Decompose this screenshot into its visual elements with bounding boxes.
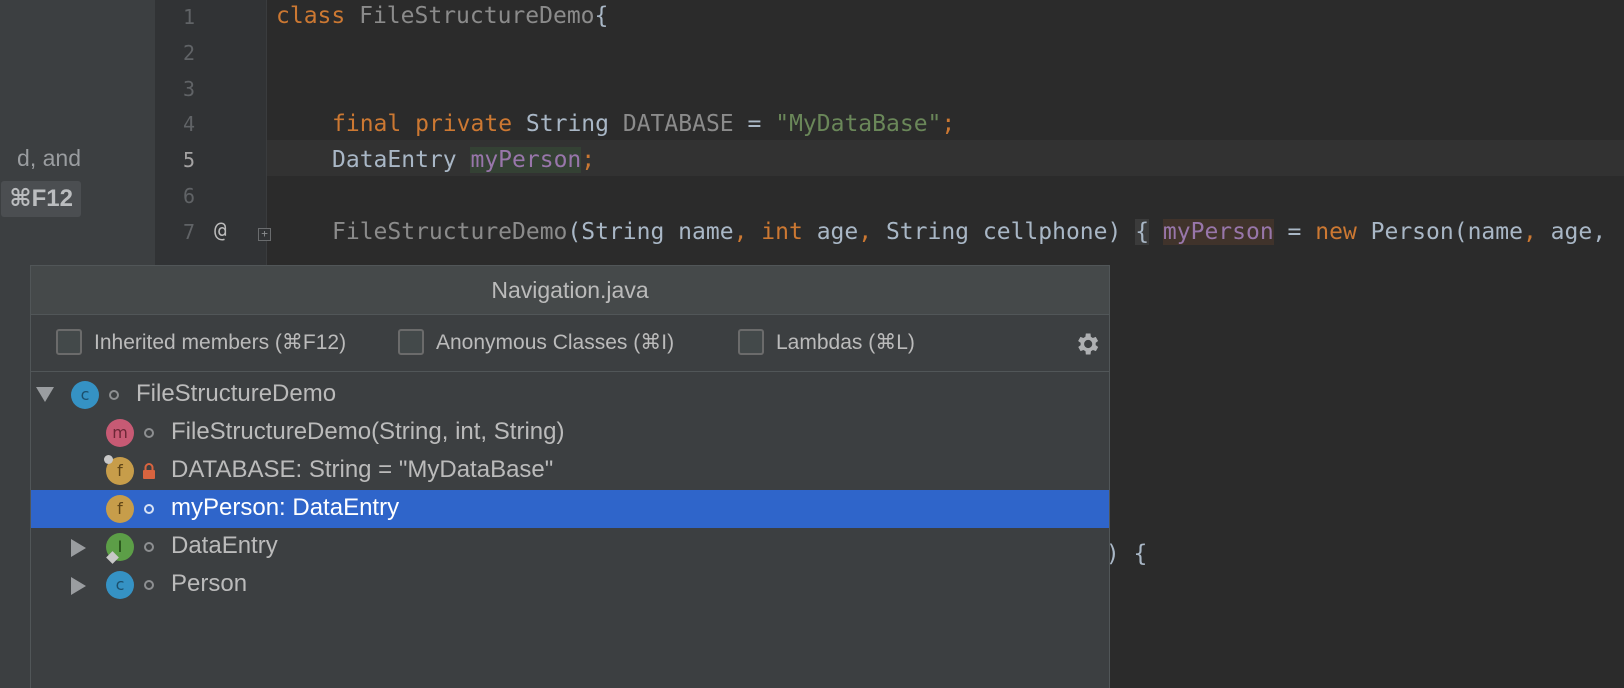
code-token: = <box>1273 219 1316 245</box>
popup-title: Navigation.java <box>31 266 1109 315</box>
lambdas-checkbox[interactable]: Lambdas (⌘L) <box>738 329 915 355</box>
tree-row-my-person[interactable]: f myPerson: DataEntry <box>31 490 1109 528</box>
side-shortcut-badge: ⌘F12 <box>1 181 81 217</box>
file-structure-popup[interactable]: Navigation.java Inherited members (⌘F12)… <box>30 265 1110 688</box>
line-number: 6 <box>182 184 195 208</box>
code-token: , <box>733 219 748 245</box>
tree-row-label: DataEntry <box>171 532 278 559</box>
field-icon: f <box>106 495 134 523</box>
code-token: int <box>761 219 803 245</box>
tree-row-label: FileStructureDemo(String, int, String) <box>171 418 565 445</box>
package-visibility-icon <box>144 580 154 590</box>
code-line-7[interactable]: FileStructureDemo(String name, int age, … <box>332 219 1606 245</box>
code-line-4[interactable]: final private String DATABASE = "MyDataB… <box>332 111 955 137</box>
code-token: age <box>802 219 859 245</box>
code-token: ; <box>581 147 596 173</box>
checkbox-box[interactable] <box>398 329 424 355</box>
class-icon: c <box>71 381 99 409</box>
collapse-arrow-icon[interactable] <box>71 577 86 595</box>
tree-row-person[interactable]: c Person <box>31 566 1109 604</box>
code-token: , <box>1522 219 1537 245</box>
checkbox-box[interactable] <box>738 329 764 355</box>
package-visibility-icon <box>144 504 154 514</box>
filter-bar: Inherited members (⌘F12) Anonymous Class… <box>31 315 1109 372</box>
code-token: new <box>1315 219 1357 245</box>
code-line-5[interactable]: DataEntry myPerson; <box>332 147 595 173</box>
code-token: "MyDataBase" <box>775 111 942 137</box>
line-number: 7 <box>182 220 195 244</box>
code-token: ; <box>941 111 956 137</box>
code-token: final <box>332 111 402 137</box>
code-token: FileStructureDemo <box>332 219 568 245</box>
tree-row-file-structure-demo[interactable]: c FileStructureDemo <box>31 376 1109 414</box>
code-token: String cellphone) <box>872 219 1136 245</box>
code-token: DataEntry <box>332 147 457 173</box>
gear-icon[interactable] <box>1073 330 1101 358</box>
final-badge-icon <box>104 455 113 464</box>
code-token: class <box>276 3 346 29</box>
checkbox-label: Anonymous Classes (⌘I) <box>436 330 675 354</box>
line-number: 2 <box>182 41 195 65</box>
line-number: 3 <box>182 77 195 101</box>
code-token: Person(name <box>1356 219 1523 245</box>
package-visibility-icon <box>144 428 154 438</box>
expand-arrow-icon[interactable] <box>36 387 54 402</box>
code-token: , <box>858 219 873 245</box>
line-number-current: 5 <box>182 148 195 172</box>
tree-row-label: DATABASE: String = "MyDataBase" <box>171 456 554 483</box>
method-icon: m <box>106 419 134 447</box>
tree-row-label: FileStructureDemo <box>136 380 337 407</box>
code-token: myPerson <box>1162 219 1274 245</box>
code-token: = <box>747 111 762 137</box>
code-token: { <box>594 3 609 29</box>
override-marker-icon[interactable]: @ <box>214 218 227 242</box>
inherited-members-checkbox[interactable]: Inherited members (⌘F12) <box>56 329 346 355</box>
tree-row-constructor[interactable]: m FileStructureDemo(String, int, String) <box>31 414 1109 452</box>
code-token: DATABASE <box>622 111 734 137</box>
tree-row-database[interactable]: f DATABASE: String = "MyDataBase" <box>31 452 1109 490</box>
code-token: private <box>415 111 513 137</box>
anonymous-classes-checkbox[interactable]: Anonymous Classes (⌘I) <box>398 329 674 355</box>
code-line-1[interactable]: class FileStructureDemo{ <box>276 3 608 29</box>
checkbox-label: Lambdas (⌘L) <box>776 330 915 354</box>
code-token: { <box>1135 219 1150 245</box>
collapse-arrow-icon[interactable] <box>71 539 86 557</box>
tree-row-label: Person <box>171 570 248 597</box>
checkbox-label: Inherited members (⌘F12) <box>94 330 347 354</box>
package-visibility-icon <box>109 390 119 400</box>
code-token: FileStructureDemo <box>359 3 595 29</box>
private-lock-icon <box>143 463 155 479</box>
code-token: (String name <box>567 219 734 245</box>
class-icon: c <box>106 571 134 599</box>
side-tooltip-text: d, and <box>17 145 81 171</box>
checkbox-box[interactable] <box>56 329 82 355</box>
tree-row-data-entry[interactable]: I DataEntry <box>31 528 1109 566</box>
tree-row-label: myPerson: DataEntry <box>171 494 400 521</box>
fold-expand-icon[interactable]: + <box>258 228 271 241</box>
code-token: age, <box>1536 219 1607 245</box>
line-number: 1 <box>182 5 195 29</box>
code-token: String <box>525 111 609 137</box>
package-visibility-icon <box>144 542 154 552</box>
line-number: 4 <box>182 112 195 136</box>
code-token: myPerson <box>470 147 582 173</box>
